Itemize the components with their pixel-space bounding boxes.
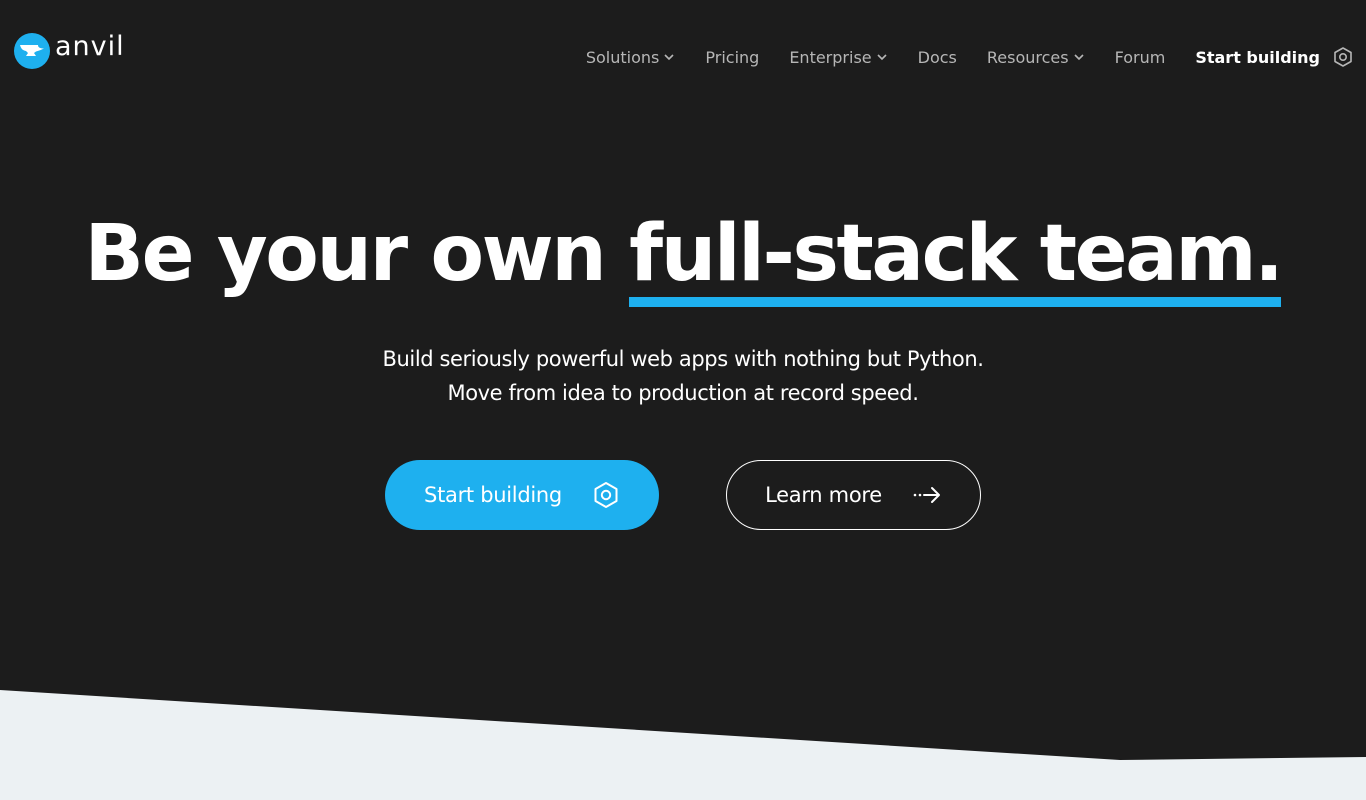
hexagon-icon	[592, 481, 620, 509]
nav-item-label: Pricing	[705, 47, 760, 67]
hero-subtitle: Build seriously powerful web apps with n…	[0, 342, 1366, 410]
bottom-section-divider	[0, 690, 1366, 800]
hero-subtitle-line-2: Move from idea to production at record s…	[447, 381, 919, 405]
nav-start-building-button[interactable]: Start building	[1195, 42, 1354, 72]
chevron-down-icon	[664, 54, 674, 61]
anvil-logo[interactable]: anvil	[14, 32, 125, 70]
start-building-label: Start building	[424, 483, 562, 507]
nav-item-label: Resources	[986, 47, 1069, 67]
nav-item-pricing[interactable]: Pricing	[705, 42, 759, 72]
brand-name: anvil	[55, 30, 125, 62]
nav-item-label: Forum	[1114, 47, 1166, 67]
hero-subtitle-line-1: Build seriously powerful web apps with n…	[382, 347, 984, 371]
nav-item-enterprise[interactable]: Enterprise	[789, 42, 887, 72]
arrow-right-icon	[912, 485, 942, 505]
learn-more-label: Learn more	[765, 483, 882, 507]
nav-item-label: Solutions	[585, 47, 660, 67]
main-nav: Solutions Pricing Enterprise Docs Resour…	[586, 42, 1354, 72]
nav-item-solutions[interactable]: Solutions	[586, 42, 676, 72]
nav-item-label: Docs	[917, 47, 957, 67]
anvil-logo-icon	[14, 33, 50, 69]
start-building-button[interactable]: Start building	[385, 460, 659, 530]
nav-cta-label: Start building	[1195, 47, 1320, 67]
site-header: anvil Solutions Pricing Enterprise Docs …	[0, 0, 1366, 110]
learn-more-button[interactable]: Learn more	[726, 460, 981, 530]
nav-item-resources[interactable]: Resources	[987, 42, 1085, 72]
hero-title-highlight: full-stack team.	[629, 211, 1284, 307]
nav-item-docs[interactable]: Docs	[918, 42, 957, 72]
hero-title-plain: Be your own	[84, 209, 630, 299]
hero-title: Be your own full-stack team.	[0, 206, 1366, 307]
chevron-down-icon	[877, 54, 887, 61]
landing-page: anvil Solutions Pricing Enterprise Docs …	[0, 0, 1366, 800]
nav-item-forum[interactable]: Forum	[1115, 42, 1166, 72]
chevron-down-icon	[1074, 54, 1084, 61]
hexagon-icon	[1334, 47, 1352, 67]
nav-item-label: Enterprise	[789, 47, 872, 67]
